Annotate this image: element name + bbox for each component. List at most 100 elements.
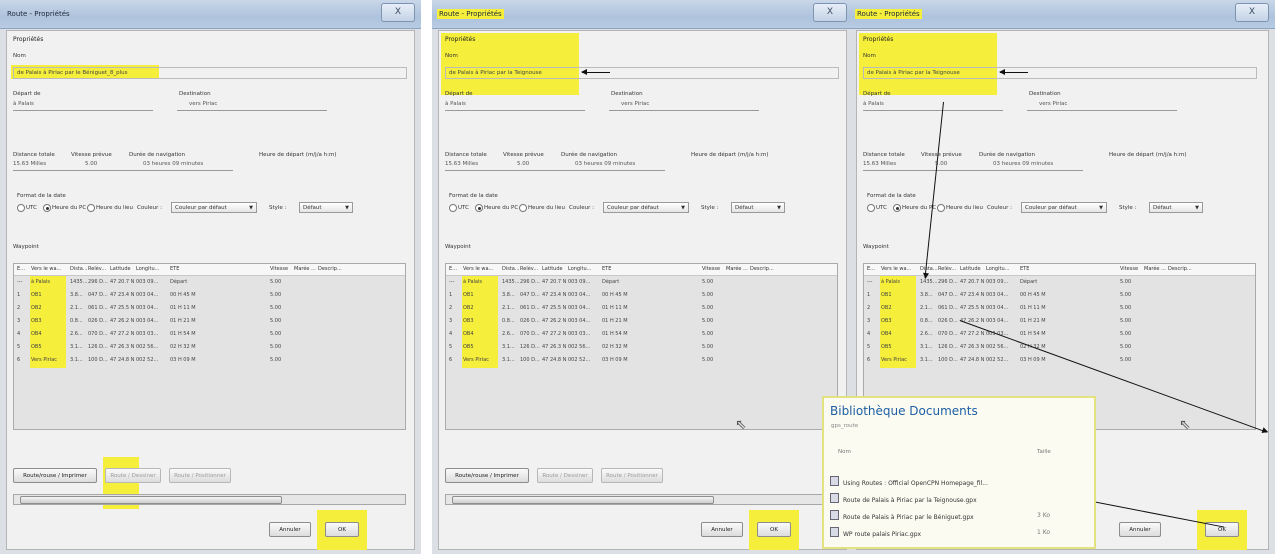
col-header[interactable]: Relèv... — [88, 266, 106, 272]
radio-local-time[interactable] — [937, 204, 945, 212]
col-header[interactable]: Vers le wa... — [31, 266, 61, 272]
col-header[interactable]: E... — [17, 266, 25, 272]
col-header[interactable]: Vitesse — [1120, 266, 1138, 272]
col-header[interactable]: Relèv... — [520, 266, 538, 272]
table-row[interactable]: 6 Vers Piriac 3.1... 100 D... 47 24.8 N 002 5… — [446, 355, 837, 365]
column-name-header[interactable]: Nom — [838, 449, 851, 455]
color-select[interactable]: Couleur par défaut ▼ — [603, 202, 689, 213]
table-row[interactable]: 3 OB3 0.8... 026 D... 47 26.2 N 003 04... 01 H… — [864, 316, 1255, 326]
style-select[interactable]: Défaut ▼ — [1149, 202, 1203, 213]
radio-pc-time[interactable] — [475, 204, 483, 212]
route-name-field[interactable]: de Palais à Piriac par la Teignouse — [445, 67, 839, 79]
col-header[interactable]: Marée ... — [1144, 266, 1166, 272]
radio-local-time[interactable] — [519, 204, 527, 212]
dropdown-arrow-icon: ▼ — [777, 205, 781, 211]
col-header[interactable]: Dista... — [920, 266, 938, 272]
table-row[interactable]: 2 OB2 2.1... 061 D... 47 25.5 N 003 04... 01 H… — [864, 303, 1255, 313]
table-row[interactable]: 4 OB4 2.6... 070 D... 47 27.2 N 003 03... 01 H… — [864, 329, 1255, 339]
table-row[interactable]: 5 OB5 3.1... 126 D... 47 26.3 N 002 56... 02 H… — [446, 342, 837, 352]
radio-pc-time[interactable] — [43, 204, 51, 212]
col-header[interactable]: Descrip... — [750, 266, 774, 272]
horizontal-scrollbar[interactable] — [445, 494, 838, 505]
col-header[interactable]: ETE — [1020, 266, 1029, 272]
close-button[interactable]: X — [1235, 3, 1269, 22]
close-button[interactable]: X — [381, 3, 415, 22]
file-item[interactable]: WP route palais Piriac.gpx 1 Ko — [830, 527, 1050, 539]
col-header[interactable]: Dista... — [70, 266, 88, 272]
file-item[interactable]: Route de Palais à Piriac par le Béniguet… — [830, 510, 1050, 522]
route-name-field[interactable]: de Palais à Piriac par le Béniguet_8_plu… — [13, 67, 407, 79]
distance-label: Distance totale — [13, 152, 55, 158]
table-row[interactable]: 4 OB4 2.6... 070 D... 47 27.2 N 003 03... 01 H… — [14, 329, 405, 339]
color-select[interactable]: Couleur par défaut ▼ — [171, 202, 257, 213]
cancel-button[interactable]: Annuler — [269, 522, 311, 537]
col-header[interactable]: Relèv... — [938, 266, 956, 272]
print-button[interactable]: Route/rouse / Imprimer — [13, 468, 97, 483]
col-header[interactable]: Dista... — [502, 266, 520, 272]
col-header[interactable]: Vers le wa... — [463, 266, 493, 272]
table-row[interactable]: 6 Vers Piriac 3.1... 100 D... 47 24.8 N 002 5… — [14, 355, 405, 365]
style-select[interactable]: Défaut ▼ — [299, 202, 353, 213]
table-cell: 002 52... — [986, 357, 1009, 363]
table-cell: Vers Piriac — [881, 357, 907, 363]
style-select[interactable]: Défaut ▼ — [731, 202, 785, 213]
radio-utc[interactable] — [17, 204, 25, 212]
file-item[interactable]: Route de Palais à Piriac par la Teignous… — [830, 493, 977, 505]
radio-utc[interactable] — [867, 204, 875, 212]
table-cell: 47 27.2 N — [110, 331, 135, 337]
color-select[interactable]: Couleur par défaut ▼ — [1021, 202, 1107, 213]
window-title: Route - Propriétés — [855, 9, 922, 19]
col-header[interactable]: Descrip... — [1168, 266, 1192, 272]
col-header[interactable]: Longitu... — [986, 266, 1009, 272]
col-header[interactable]: Vitesse — [702, 266, 720, 272]
table-row[interactable]: --- à Palais 1435... 296 D... 47 20.7 N 003 0… — [14, 277, 405, 287]
table-row[interactable]: 5 OB5 3.1... 126 D... 47 26.3 N 002 56... 02 H… — [14, 342, 405, 352]
position-button[interactable]: Route / Positionner — [169, 468, 231, 483]
table-cell: 003 03... — [136, 331, 159, 337]
col-header[interactable]: Marée ... — [726, 266, 748, 272]
col-header[interactable]: ETE — [170, 266, 179, 272]
draw-button[interactable]: Route / Dessiner — [105, 468, 161, 483]
col-header[interactable]: Latitude — [542, 266, 563, 272]
file-item[interactable]: Using Routes : Official OpenCPN Homepage… — [830, 476, 988, 488]
col-header[interactable]: Latitude — [960, 266, 981, 272]
radio-pc-time[interactable] — [893, 204, 901, 212]
col-header[interactable]: ETE — [602, 266, 611, 272]
cancel-button[interactable]: Annuler — [701, 522, 743, 537]
radio-local-time[interactable] — [87, 204, 95, 212]
table-row[interactable]: 5 OB5 3.1... 126 D... 47 26.3 N 002 56... 02 H… — [864, 342, 1255, 352]
horizontal-scrollbar[interactable] — [13, 494, 406, 505]
ok-button[interactable]: OK — [757, 522, 791, 537]
col-header[interactable]: Latitude — [110, 266, 131, 272]
col-header[interactable]: Descrip... — [318, 266, 342, 272]
table-row[interactable]: --- à Palais 1435... 296 D... 47 20.7 N 003 0… — [446, 277, 837, 287]
col-header[interactable]: Vitesse — [270, 266, 288, 272]
print-button[interactable]: Route/rouse / Imprimer — [445, 468, 529, 483]
close-button[interactable]: X — [813, 3, 847, 22]
route-name-field[interactable]: de Palais à Piriac par la Teignouse — [863, 67, 1257, 79]
table-row[interactable]: 3 OB3 0.8... 026 D... 47 26.2 N 003 04... 01 H… — [14, 316, 405, 326]
ok-button[interactable]: OK — [325, 522, 359, 537]
col-header[interactable]: Longitu... — [136, 266, 159, 272]
scroll-thumb[interactable] — [452, 496, 714, 504]
position-button[interactable]: Route / Positionner — [601, 468, 663, 483]
table-row[interactable]: 2 OB2 2.1... 061 D... 47 25.5 N 003 04... 01 H… — [446, 303, 837, 313]
cancel-button[interactable]: Annuler — [1119, 522, 1161, 537]
table-row[interactable]: 1 OB1 3.8... 047 D... 47 23.4 N 003 04... 00 H… — [446, 290, 837, 300]
radio-utc[interactable] — [449, 204, 457, 212]
column-size-header[interactable]: Taille — [1037, 449, 1051, 455]
col-header[interactable]: Longitu... — [568, 266, 591, 272]
table-row[interactable]: 4 OB4 2.6... 070 D... 47 27.2 N 003 03... 01 H… — [446, 329, 837, 339]
col-header[interactable]: E... — [867, 266, 875, 272]
col-header[interactable]: Marée ... — [294, 266, 316, 272]
table-row[interactable]: 1 OB1 3.8... 047 D... 47 23.4 N 003 04... 00 H… — [14, 290, 405, 300]
draw-button[interactable]: Route / Dessiner — [537, 468, 593, 483]
table-row[interactable]: 1 OB1 3.8... 047 D... 47 23.4 N 003 04... 00 H… — [864, 290, 1255, 300]
scroll-thumb[interactable] — [20, 496, 282, 504]
name-label: Nom — [863, 53, 876, 59]
departure-time-label: Heure de départ (m/j/a h:m) — [259, 152, 337, 158]
col-header[interactable]: E... — [449, 266, 457, 272]
table-row[interactable]: 3 OB3 0.8... 026 D... 47 26.2 N 003 04... 01 H… — [446, 316, 837, 326]
col-header[interactable]: Vers le wa... — [881, 266, 911, 272]
table-row[interactable]: 2 OB2 2.1... 061 D... 47 25.5 N 003 04... 01 H… — [14, 303, 405, 313]
